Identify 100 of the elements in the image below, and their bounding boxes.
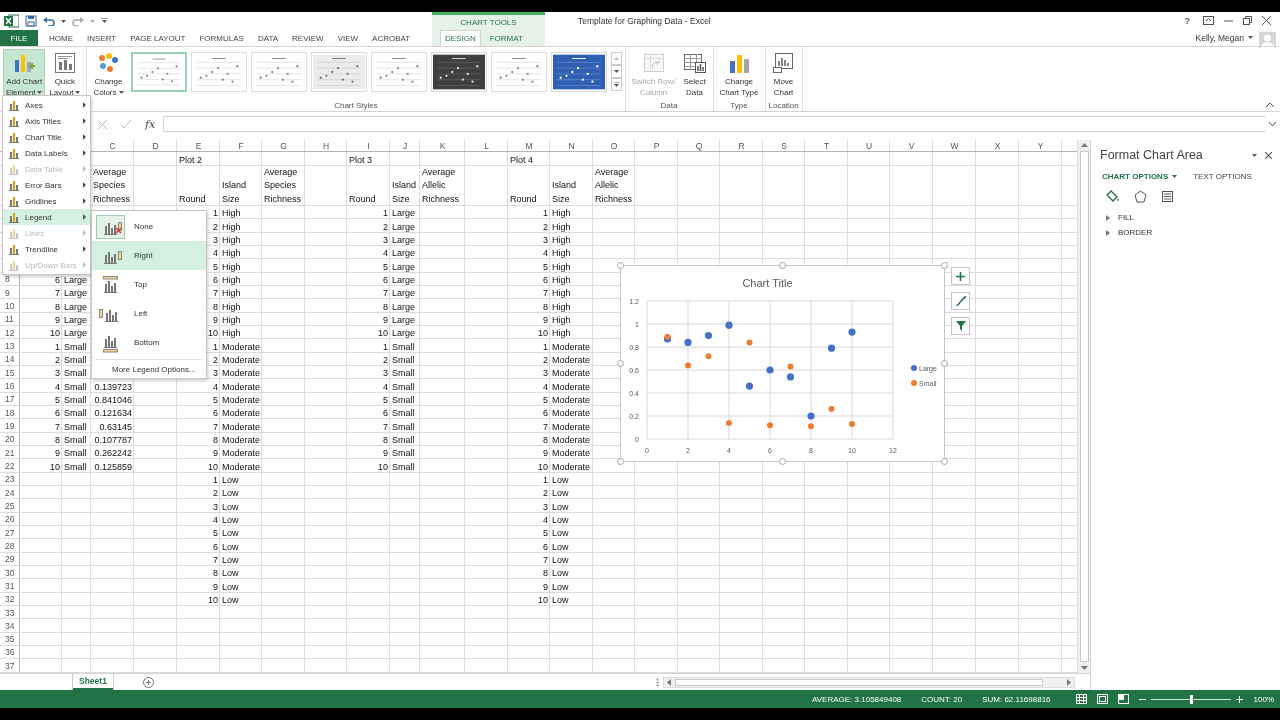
column-header[interactable]: T <box>805 140 848 152</box>
column-header[interactable]: O <box>593 140 635 152</box>
chart-title[interactable]: Chart Title <box>742 277 793 289</box>
ribbon-tab[interactable]: DESIGN <box>440 30 481 46</box>
column-header[interactable]: R <box>720 140 763 152</box>
row-number[interactable]: 17 <box>0 392 20 406</box>
menu-item[interactable]: Bottom <box>92 328 206 357</box>
menu-item[interactable]: Error Bars <box>3 177 90 193</box>
row-number[interactable]: 15 <box>0 365 20 380</box>
table-cell: 8 <box>55 300 60 313</box>
column-header[interactable]: L <box>465 140 508 152</box>
menu-item[interactable]: Legend <box>3 209 90 225</box>
ribbon-tab[interactable]: REVIEW <box>287 30 329 46</box>
row-number[interactable]: 14 <box>0 352 20 366</box>
menu-item[interactable]: Data Labels <box>3 145 90 161</box>
menu-item[interactable]: Left <box>92 299 206 328</box>
pane-tab[interactable]: TEXT OPTIONS <box>1191 172 1252 181</box>
ribbon-tab[interactable]: DATA <box>252 30 284 46</box>
row-number[interactable]: 8 <box>0 272 20 286</box>
zoom-level[interactable]: 100% <box>1253 694 1274 704</box>
ribbon-tab[interactable]: FILE <box>0 30 38 46</box>
insert-function-button[interactable]: fx <box>145 117 156 131</box>
menu-item[interactable]: None <box>92 212 206 241</box>
user-name[interactable]: Kelly, Megan <box>1195 32 1244 43</box>
column-header[interactable]: D <box>134 140 177 152</box>
column-header[interactable]: E <box>177 140 220 152</box>
row-number[interactable]: 12 <box>0 325 20 340</box>
row-number[interactable]: 9 <box>0 285 20 300</box>
ribbon-tab[interactable]: FORMULAS <box>194 30 249 46</box>
ribbon-tab[interactable]: VIEW <box>332 30 364 46</box>
ribbon-button[interactable]: Change Chart Type <box>716 49 762 101</box>
row-number[interactable]: 11 <box>0 312 20 326</box>
ribbon-button[interactable]: Move Chart <box>768 49 799 101</box>
table-cell: 2 <box>543 487 548 500</box>
row-number[interactable]: 24 <box>0 485 20 500</box>
row-number[interactable]: 28 <box>0 539 20 553</box>
column-header[interactable]: J <box>390 140 420 152</box>
row-number[interactable]: 18 <box>0 405 20 420</box>
row-number[interactable]: 34 <box>0 619 20 633</box>
ribbon-tab[interactable]: ACROBAT <box>367 30 416 46</box>
row-number[interactable]: 33 <box>0 605 20 620</box>
row-number[interactable]: 35 <box>0 632 20 646</box>
sheet-tab[interactable]: Sheet1 <box>73 674 113 690</box>
ribbon-button[interactable]: Change Colors <box>90 49 127 101</box>
ribbon-button[interactable]: Select Data <box>679 49 710 101</box>
ribbon-tab[interactable]: FORMAT <box>484 30 528 46</box>
row-number[interactable]: 37 <box>0 659 20 673</box>
row-number[interactable]: 21 <box>0 445 20 460</box>
column-header[interactable]: F <box>220 140 262 152</box>
row-number[interactable]: 22 <box>0 459 20 473</box>
row-number[interactable]: 13 <box>0 339 20 353</box>
row-number[interactable]: 20 <box>0 432 20 446</box>
column-header[interactable]: M <box>508 140 550 152</box>
column-header[interactable]: G <box>262 140 305 152</box>
menu-item[interactable]: Gridlines <box>3 193 90 209</box>
table-cell: Small <box>64 340 87 353</box>
menu-item[interactable]: Chart Title <box>3 129 90 145</box>
column-header[interactable]: S <box>763 140 805 152</box>
menu-item[interactable]: Top <box>92 270 206 299</box>
ribbon-tab[interactable]: PAGE LAYOUT <box>125 30 191 46</box>
column-header[interactable]: Q <box>678 140 720 152</box>
table-cell: Moderate <box>222 447 261 460</box>
section-header[interactable]: FILL <box>1100 213 1134 222</box>
row-number[interactable]: 16 <box>0 379 20 393</box>
row-number[interactable]: 10 <box>0 299 20 313</box>
ribbon-tab[interactable]: HOME <box>44 30 78 46</box>
column-header[interactable]: P <box>635 140 678 152</box>
column-header[interactable]: I <box>347 140 390 152</box>
pane-tab[interactable]: CHART OPTIONS <box>1100 172 1178 181</box>
table-cell: 1 <box>383 340 388 353</box>
row-number[interactable]: 36 <box>0 645 20 660</box>
table-cell: High <box>222 207 241 220</box>
row-number[interactable]: 29 <box>0 552 20 566</box>
section-header[interactable]: BORDER <box>1100 228 1153 237</box>
menu-item[interactable]: More Legend Options... <box>92 362 206 377</box>
row-number[interactable]: 25 <box>0 499 20 513</box>
row-number[interactable]: 27 <box>0 525 20 540</box>
column-header[interactable]: U <box>848 140 890 152</box>
column-header[interactable]: Y <box>1019 140 1062 152</box>
column-header[interactable]: W <box>933 140 976 152</box>
column-header[interactable]: X <box>976 140 1019 152</box>
ribbon-tab[interactable]: INSERT <box>82 30 122 46</box>
menu-item[interactable]: Trendline <box>3 241 90 257</box>
menu-item[interactable]: Axis Titles <box>3 113 90 129</box>
column-header[interactable]: C <box>91 140 134 152</box>
row-number[interactable]: 30 <box>0 565 20 580</box>
help-button[interactable]: ? <box>1184 15 1198 26</box>
column-header[interactable]: N <box>550 140 593 152</box>
row-number[interactable]: 19 <box>0 419 20 433</box>
table-cell: Low <box>552 487 569 500</box>
column-header[interactable]: H <box>305 140 347 152</box>
table-cell: 9 <box>213 580 218 593</box>
row-number[interactable]: 23 <box>0 472 20 486</box>
menu-item[interactable]: Right <box>92 241 206 270</box>
column-header[interactable]: K <box>420 140 465 152</box>
column-header[interactable]: V <box>890 140 933 152</box>
table-cell: 1 <box>383 207 388 220</box>
row-number[interactable]: 26 <box>0 512 20 526</box>
row-number[interactable]: 31 <box>0 579 20 593</box>
row-number[interactable]: 32 <box>0 592 20 606</box>
